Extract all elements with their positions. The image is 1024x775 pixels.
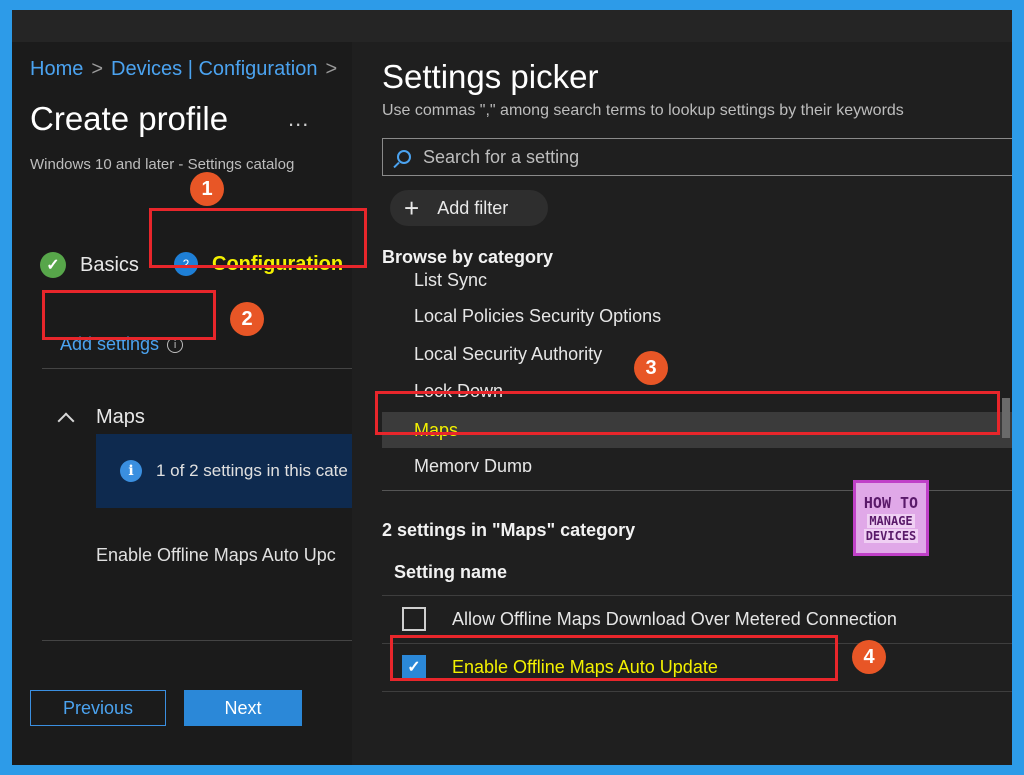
step-badge-4: 4 [852, 640, 886, 674]
callout-box-maps-category [375, 391, 1000, 435]
column-header-setting-name: Setting name [394, 562, 508, 582]
divider [42, 368, 352, 369]
checkmark-icon: ✓ [40, 252, 66, 278]
chevron-up-icon [57, 412, 75, 429]
step-badge-2: 2 [230, 302, 264, 336]
create-profile-panel: Home > Devices | Configuration > Create pro… [12, 42, 352, 765]
category-item[interactable]: List Sync [382, 270, 1012, 298]
callout-box-add-settings [42, 290, 216, 340]
logo-text: DEVICES [863, 528, 919, 543]
breadcrumb-separator: > [91, 58, 104, 80]
search-box[interactable] [382, 138, 1012, 176]
picker-title: Settings picker [382, 58, 599, 95]
breadcrumb-home[interactable]: Home [30, 58, 83, 80]
callout-box-configuration [149, 208, 367, 268]
tab-basics-label: Basics [80, 253, 139, 276]
step-badge-3: 3 [634, 351, 668, 385]
info-banner: i 1 of 2 settings in this cate [96, 434, 352, 508]
category-item[interactable]: Local Policies Security Options [382, 298, 1012, 334]
breadcrumb-separator: > [325, 58, 338, 80]
category-item[interactable]: Local Security Authority [382, 336, 1012, 372]
add-filter-button[interactable]: + Add filter [390, 190, 548, 226]
divider [42, 640, 352, 641]
logo-text: HOW TO [863, 493, 919, 512]
more-options-icon[interactable]: ... [288, 106, 309, 132]
search-icon [397, 150, 411, 164]
callout-box-enable-setting [390, 635, 838, 681]
next-button[interactable]: Next [184, 690, 302, 726]
configured-setting-name: Enable Offline Maps Auto Upc [96, 545, 336, 565]
info-banner-text: 1 of 2 settings in this cate [156, 461, 348, 480]
page-title: Create profile [30, 100, 229, 137]
logo-text: MANAGE [867, 513, 915, 528]
browse-by-category-label: Browse by category [382, 247, 554, 267]
info-icon: i [120, 460, 142, 482]
breadcrumb: Home > Devices | Configuration > [30, 58, 345, 81]
top-bar [12, 10, 1012, 42]
maps-section-toggle[interactable]: Maps [57, 406, 145, 429]
previous-button[interactable]: Previous [30, 690, 166, 726]
add-filter-label: Add filter [437, 197, 509, 218]
plus-icon: + [404, 193, 420, 223]
row-divider [382, 595, 1012, 596]
maps-section-title: Maps [96, 406, 145, 428]
page-subtitle: Windows 10 and later - Settings catalog [30, 156, 295, 173]
category-scrollbar[interactable] [1002, 398, 1010, 438]
howto-manage-devices-logo: HOW TO MANAGE DEVICES [853, 480, 929, 556]
category-item[interactable]: Memory Dump [382, 448, 1012, 473]
setting-checkbox[interactable] [402, 607, 426, 631]
setting-row[interactable]: Allow Offline Maps Download Over Metered… [402, 607, 897, 631]
search-input[interactable] [423, 146, 983, 168]
setting-label: Allow Offline Maps Download Over Metered… [452, 608, 897, 629]
category-list: List Sync Local Policies Security Option… [382, 270, 1012, 472]
picker-hint: Use commas "," among search terms to loo… [382, 102, 904, 119]
breadcrumb-devices[interactable]: Devices | Configuration [111, 58, 317, 80]
category-count-label: 2 settings in "Maps" category [382, 520, 636, 540]
tab-basics[interactable]: ✓ Basics [40, 252, 139, 278]
step-badge-1: 1 [190, 172, 224, 206]
row-divider [382, 691, 1012, 692]
